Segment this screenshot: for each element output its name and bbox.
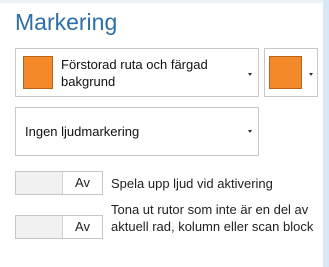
markering-panel: Markering Förstorad ruta och färgad bakg… xyxy=(0,0,329,267)
toggle-track xyxy=(16,216,63,238)
panel-scroll-edge xyxy=(323,0,329,267)
sound-marking-dropdown[interactable]: Ingen ljudmarkering xyxy=(15,107,259,156)
play-sound-label: Spela upp ljud vid aktivering xyxy=(111,176,273,191)
highlight-style-label: Förstorad ruta och färgad bakgrund xyxy=(61,57,208,89)
highlight-style-dropdown[interactable]: Förstorad ruta och färgad bakgrund xyxy=(15,48,259,97)
toggle-state-label: Av xyxy=(75,219,90,234)
fade-out-toggle[interactable]: Av xyxy=(15,215,103,239)
color-picker-swatch xyxy=(269,56,302,89)
chevron-down-icon xyxy=(248,130,252,133)
panel-top-edge xyxy=(0,0,329,3)
fade-out-label: Tona ut rutor som inte är en del av aktu… xyxy=(111,202,314,234)
toggle-state-label: Av xyxy=(75,175,90,190)
play-sound-toggle[interactable]: Av xyxy=(15,171,103,195)
chevron-down-icon xyxy=(309,73,313,76)
toggle-track xyxy=(16,172,63,194)
sound-marking-value: Ingen ljudmarkering xyxy=(25,124,140,139)
highlight-color-swatch xyxy=(23,56,53,89)
chevron-down-icon xyxy=(248,73,252,76)
section-title: Markering xyxy=(15,9,118,35)
highlight-color-picker[interactable] xyxy=(264,48,318,97)
